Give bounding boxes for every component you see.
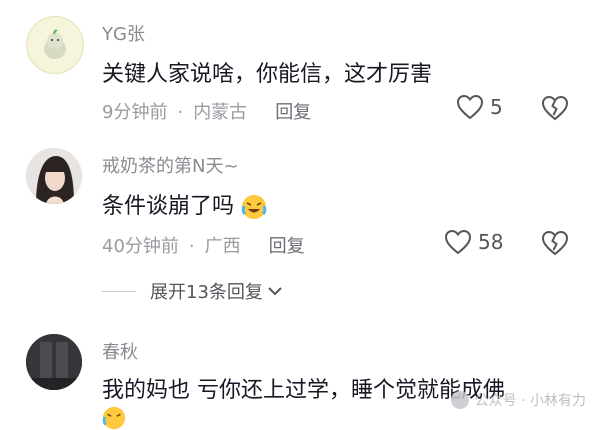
comment-meta: 40分钟前 · 广西 回复 bbox=[102, 232, 305, 258]
avatar[interactable] bbox=[26, 334, 82, 390]
comment-text: 条件谈崩了吗 bbox=[102, 188, 267, 220]
expand-replies-button[interactable]: 展开13条回复 bbox=[102, 278, 283, 304]
like-button[interactable]: 58 bbox=[444, 229, 503, 255]
watermark-logo-icon bbox=[450, 391, 469, 409]
chevron-down-icon bbox=[268, 287, 282, 296]
comment-text-body: 条件谈崩了吗 bbox=[102, 194, 235, 219]
like-button[interactable]: 5 bbox=[456, 94, 503, 120]
avatar-photo-icon bbox=[26, 334, 82, 390]
like-count: 5 bbox=[490, 95, 503, 119]
avatar[interactable] bbox=[26, 16, 84, 74]
avatar[interactable] bbox=[26, 148, 82, 204]
heart-icon bbox=[456, 94, 484, 120]
dislike-button[interactable] bbox=[540, 94, 570, 122]
broken-heart-icon bbox=[541, 95, 569, 121]
reply-button[interactable]: 回复 bbox=[275, 98, 311, 124]
comment-text: 我的妈也 亏你还上过学，睡个觉就能成佛 bbox=[102, 378, 505, 403]
comment-meta: 9分钟前 · 内蒙古 回复 bbox=[102, 98, 311, 124]
heart-icon bbox=[444, 229, 472, 255]
watermark: 公众号 · 小林有力 bbox=[450, 390, 586, 410]
separator-dot: · bbox=[177, 102, 184, 123]
divider-line bbox=[102, 290, 136, 292]
broken-heart-icon bbox=[541, 230, 569, 256]
avatar-photo-icon bbox=[26, 148, 82, 204]
reply-button[interactable]: 回复 bbox=[269, 232, 305, 258]
username[interactable]: YG张 bbox=[102, 20, 145, 46]
like-count: 58 bbox=[478, 230, 504, 254]
comment-time: 40分钟前 bbox=[102, 236, 179, 257]
separator-dot: · bbox=[188, 236, 195, 257]
comment-location: 内蒙古 bbox=[193, 102, 248, 123]
avatar-elephant-icon bbox=[28, 18, 82, 72]
comment-time: 9分钟前 bbox=[102, 102, 168, 123]
username[interactable]: 戒奶茶的第N天~ bbox=[102, 152, 239, 178]
watermark-text: 公众号 · 小林有力 bbox=[474, 393, 586, 409]
laughing-crying-emoji-icon bbox=[241, 195, 267, 219]
dislike-button[interactable] bbox=[540, 229, 570, 257]
laughing-crying-emoji-icon bbox=[102, 406, 126, 430]
expand-replies-label: 展开13条回复 bbox=[150, 282, 263, 303]
username[interactable]: 春秋 bbox=[102, 338, 138, 364]
comment-location: 广西 bbox=[204, 236, 241, 257]
comment-text: 关键人家说啥，你能信，这才厉害 bbox=[102, 62, 433, 87]
